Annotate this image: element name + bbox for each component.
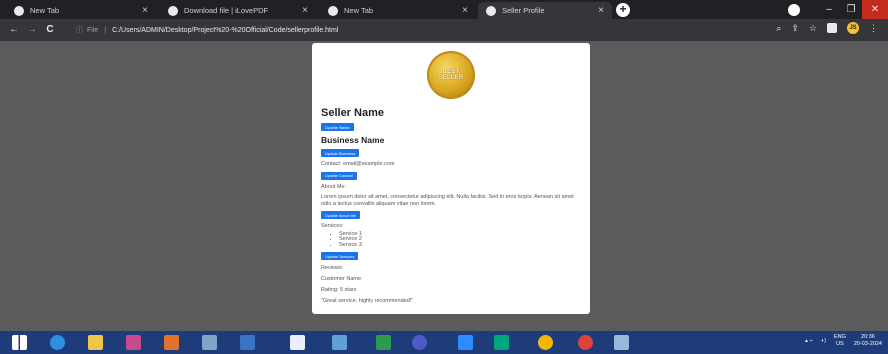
tab-title: New Tab xyxy=(344,6,374,15)
profile-avatar[interactable]: JS xyxy=(847,22,859,34)
update-services-button[interactable]: Update Services xyxy=(321,252,359,260)
tab-close-icon[interactable]: × xyxy=(462,5,468,16)
windows-start-icon[interactable] xyxy=(12,335,27,350)
bookmark-star-icon[interactable]: ☆ xyxy=(809,23,817,34)
tab-new-tab-2[interactable]: New Tab × xyxy=(320,2,476,19)
badge-container: BEST SELLER xyxy=(321,51,581,99)
volume-icon[interactable]: ◖) xyxy=(821,338,826,344)
meet-icon[interactable] xyxy=(494,335,509,350)
zoom-icon[interactable] xyxy=(458,335,473,350)
best-seller-badge-icon: BEST SELLER xyxy=(427,51,475,99)
minimize-button[interactable]: – xyxy=(818,4,840,15)
update-about-button[interactable]: Update About Me xyxy=(321,211,360,219)
tab-new-tab-1[interactable]: New Tab × xyxy=(6,2,156,19)
review-text: "Great service, highly recommended!" xyxy=(321,298,414,304)
reviewer-name: Customer Name xyxy=(321,276,362,282)
tab-strip: New Tab × Download file | iLovePDF × New… xyxy=(0,0,888,19)
file-explorer-icon[interactable] xyxy=(88,335,103,350)
excel-icon[interactable] xyxy=(376,335,391,350)
share-icon[interactable]: ⇪ xyxy=(791,23,799,34)
url-separator: | xyxy=(104,26,107,34)
extensions-icon[interactable] xyxy=(827,23,837,33)
chrome-icon[interactable] xyxy=(538,335,553,350)
notepad-icon[interactable] xyxy=(332,335,347,350)
chrome-tab-icon xyxy=(168,5,178,16)
lang-top: ENG xyxy=(833,334,846,340)
clock-date: 20-03-2024 xyxy=(853,341,882,347)
site-info-icon[interactable]: ⓘ xyxy=(76,25,83,35)
word-icon[interactable] xyxy=(290,335,305,350)
services-heading: Services: xyxy=(321,223,344,229)
tab-search-button[interactable] xyxy=(788,3,800,16)
about-text: Lorem ipsum dolor sit amet, consectetur … xyxy=(321,194,574,207)
new-tab-button[interactable]: + xyxy=(616,3,630,17)
tab-close-icon[interactable]: × xyxy=(302,5,308,16)
chrome-icon[interactable] xyxy=(578,335,593,350)
back-button[interactable]: ← xyxy=(6,22,22,38)
internet-explorer-icon[interactable] xyxy=(50,335,65,350)
maximize-button[interactable]: ❐ xyxy=(840,4,862,15)
clock-time: 20:36 xyxy=(861,334,875,340)
window-controls: – ❐ ✕ xyxy=(788,0,888,19)
wifi-icon[interactable]: ▴ ⌁ xyxy=(805,338,813,344)
seller-name: Seller Name xyxy=(321,107,384,119)
chrome-tab-icon xyxy=(486,5,496,16)
tab-title: Seller Profile xyxy=(502,6,545,15)
media-player-icon[interactable] xyxy=(126,335,141,350)
browser-toolbar: ← → C ⓘ File | C:/Users/ADMIN/Desktop/Pr… xyxy=(0,19,888,41)
windows-taskbar: ▴ ⌁ ◖) ENG US 20:36 20-03-2024 xyxy=(0,331,888,354)
system-tray: ▴ ⌁ ◖) ENG US 20:36 20-03-2024 xyxy=(805,334,882,348)
badge-line-2: SELLER xyxy=(438,75,464,81)
seller-profile-card: BEST SELLER Seller Name Update Name Busi… xyxy=(312,43,590,314)
url-text[interactable]: C:/Users/ADMIN/Desktop/Project%20-%20Off… xyxy=(112,27,338,34)
clock[interactable]: 20:36 20-03-2024 xyxy=(854,334,882,348)
update-name-button[interactable]: Update Name xyxy=(321,123,354,131)
zoom-icon[interactable]: ⌕ xyxy=(776,23,781,34)
service-item: Service 3 xyxy=(339,242,581,249)
address-bar[interactable]: ⓘ File | C:/Users/ADMIN/Desktop/Project%… xyxy=(76,22,776,38)
review-rating: Rating: 5 stars xyxy=(321,287,357,293)
update-contact-button[interactable]: Update Contact xyxy=(321,171,357,180)
network-icon[interactable] xyxy=(202,335,217,350)
tab-seller-profile[interactable]: Seller Profile × xyxy=(478,2,612,19)
chrome-tab-icon xyxy=(14,5,24,16)
tab-close-icon[interactable]: × xyxy=(598,5,604,16)
lang-bottom: US xyxy=(836,341,844,347)
file-label: File xyxy=(87,26,99,34)
chrome-tab-icon xyxy=(328,5,338,16)
tab-title: New Tab xyxy=(30,6,60,15)
business-name: Business Name xyxy=(321,135,385,145)
toolbar-actions: ⌕ ⇪ ☆ JS ⋮ xyxy=(776,22,878,34)
menu-icon[interactable]: ⋮ xyxy=(869,23,878,34)
services-list: Service 1 Service 2 Service 3 xyxy=(339,231,581,249)
teams-icon[interactable] xyxy=(412,335,427,350)
terminal-icon[interactable] xyxy=(614,335,629,350)
tab-close-icon[interactable]: × xyxy=(142,5,148,16)
tab-title: Download file | iLovePDF xyxy=(184,6,269,15)
forward-button[interactable]: → xyxy=(24,22,40,38)
close-window-button[interactable]: ✕ xyxy=(862,0,888,19)
reload-button[interactable]: C xyxy=(42,22,58,38)
paint-icon[interactable] xyxy=(164,335,179,350)
tab-ilovepdf[interactable]: Download file | iLovePDF × xyxy=(160,2,316,19)
language-indicator[interactable]: ENG US xyxy=(834,334,846,348)
update-business-button[interactable]: Update Business xyxy=(321,149,360,157)
about-heading: About Me: xyxy=(321,183,347,190)
photos-icon[interactable] xyxy=(240,335,255,350)
reviews-heading: Reviews: xyxy=(321,265,344,271)
contact-text: Contact: email@example.com xyxy=(321,161,395,167)
